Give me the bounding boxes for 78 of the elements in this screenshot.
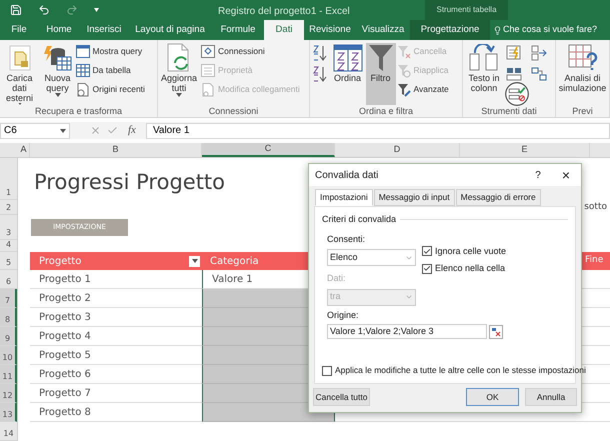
- source-field[interactable]: Valore 1;Valore 2;Valore 3: [327, 324, 487, 339]
- table-cell: Progetto 2: [30, 289, 202, 308]
- group-label: Recupera e trasforma: [34, 106, 122, 116]
- section-title: Criteri di convalida: [322, 213, 396, 226]
- dialog-tab[interactable]: Impostazioni: [315, 189, 373, 206]
- ribbon-button[interactable]: Origini recenti: [76, 81, 158, 98]
- help-button[interactable]: ?: [531, 168, 545, 182]
- dialog-title: Convalida dati: [315, 168, 380, 182]
- ribbon-tab[interactable]: Layout di pagina: [128, 20, 212, 40]
- column-header[interactable]: D: [335, 143, 460, 157]
- column-title: Progetto: [39, 254, 82, 268]
- ribbon-tab[interactable]: Formule: [212, 20, 264, 40]
- ribbon-tab[interactable]: Dati: [264, 20, 304, 40]
- table-cell: Progetto 7: [30, 384, 202, 403]
- ribbon-tab[interactable]: Home: [38, 20, 80, 40]
- row-number[interactable]: 12: [0, 384, 17, 403]
- sheet-title: Progressi Progetto: [34, 168, 226, 196]
- row-number[interactable]: 4: [0, 240, 17, 252]
- ribbon-button[interactable]: Analisi di simulazione: [556, 43, 608, 105]
- column-header[interactable]: C: [202, 143, 335, 157]
- group-label: Connessioni: [208, 106, 258, 116]
- row-number[interactable]: 11: [0, 365, 17, 384]
- checkbox-label: Ignora celle vuote: [435, 244, 506, 258]
- dialog-button[interactable]: OK: [466, 388, 519, 406]
- name-box[interactable]: C6: [0, 122, 70, 138]
- function-button[interactable]: fx: [124, 122, 140, 139]
- dialog-button[interactable]: Cancella tutto: [313, 388, 370, 406]
- table-cell: Progetto 6: [30, 365, 202, 384]
- ribbon-button[interactable]: Nuova query: [40, 43, 74, 105]
- field-label: Consenti:: [327, 232, 366, 246]
- formula-field[interactable]: Valore 1: [146, 122, 610, 138]
- ribbon-button[interactable]: Filtro: [366, 43, 396, 105]
- row-number[interactable]: 8: [0, 308, 17, 327]
- ribbon-button[interactable]: Connessioni: [201, 43, 309, 60]
- row-number[interactable]: 14: [0, 422, 17, 441]
- table-cell: Progetto 5: [30, 346, 202, 365]
- row-number[interactable]: 1: [0, 158, 17, 200]
- ribbon-tab[interactable]: Revisione: [304, 20, 356, 40]
- dialog-tab[interactable]: Messaggio di input: [374, 189, 455, 206]
- allow-select[interactable]: Elenco: [327, 249, 416, 266]
- ribbon-button[interactable]: Avanzate: [396, 81, 462, 98]
- ribbon-button[interactable]: Mostra query: [76, 43, 158, 60]
- table-cell: Progetto 8: [30, 403, 202, 422]
- checkbox-label: Applica le modifiche a tutte le altre celle con le stesse impostazioni: [335, 364, 586, 377]
- checkbox-label: Elenco nella cella: [435, 262, 506, 275]
- table-cell: Progetto 3: [30, 308, 202, 327]
- ribbon-button[interactable]: Aggiorna tutti: [158, 43, 200, 105]
- row-number[interactable]: 7: [0, 289, 17, 308]
- ribbon-button[interactable]: Testo in colonn: [467, 43, 501, 105]
- field-label: Origine:: [327, 308, 360, 322]
- row-number[interactable]: 13: [0, 403, 17, 422]
- row-number[interactable]: 9: [0, 327, 17, 346]
- row-number[interactable]: 3: [0, 215, 17, 240]
- close-button[interactable]: ×: [559, 168, 573, 182]
- ribbon-tab[interactable]: Progettazione: [410, 20, 490, 40]
- dialog-tab[interactable]: Messaggio di errore: [456, 189, 541, 206]
- group-label: Ordina e filtra: [358, 106, 414, 116]
- row-number[interactable]: 2: [0, 200, 17, 215]
- dialog-button[interactable]: Annulla: [525, 388, 577, 406]
- column-header[interactable]: E: [460, 143, 590, 157]
- cell-text: sotto: [584, 200, 607, 214]
- window-title: Registro del progetto1 - Excel: [218, 5, 350, 19]
- row-number[interactable]: 10: [0, 346, 17, 365]
- table-cell: Progetto 1: [30, 270, 202, 289]
- tell-me-field[interactable]: Che cosa si vuole fare?: [490, 20, 598, 40]
- group-label: Strumenti dati: [481, 106, 537, 116]
- ribbon-tab[interactable]: File: [0, 20, 38, 40]
- contextual-tab-title: Strumenti tabella: [425, 0, 508, 20]
- column-title: Fine: [585, 254, 604, 268]
- ribbon-tab[interactable]: Visualizza: [356, 20, 410, 40]
- row-number[interactable]: 5: [0, 252, 17, 270]
- ribbon-button[interactable]: Ordina: [330, 43, 364, 105]
- table-cell: Progetto 4: [30, 327, 202, 346]
- group-label: Previ: [572, 106, 593, 116]
- ribbon-button[interactable]: Carica dati esterni: [0, 43, 40, 105]
- ribbon-tab[interactable]: Inserisci: [80, 20, 128, 40]
- column-header[interactable]: A: [18, 143, 30, 157]
- ribbon-button[interactable]: Da tabella: [76, 62, 158, 79]
